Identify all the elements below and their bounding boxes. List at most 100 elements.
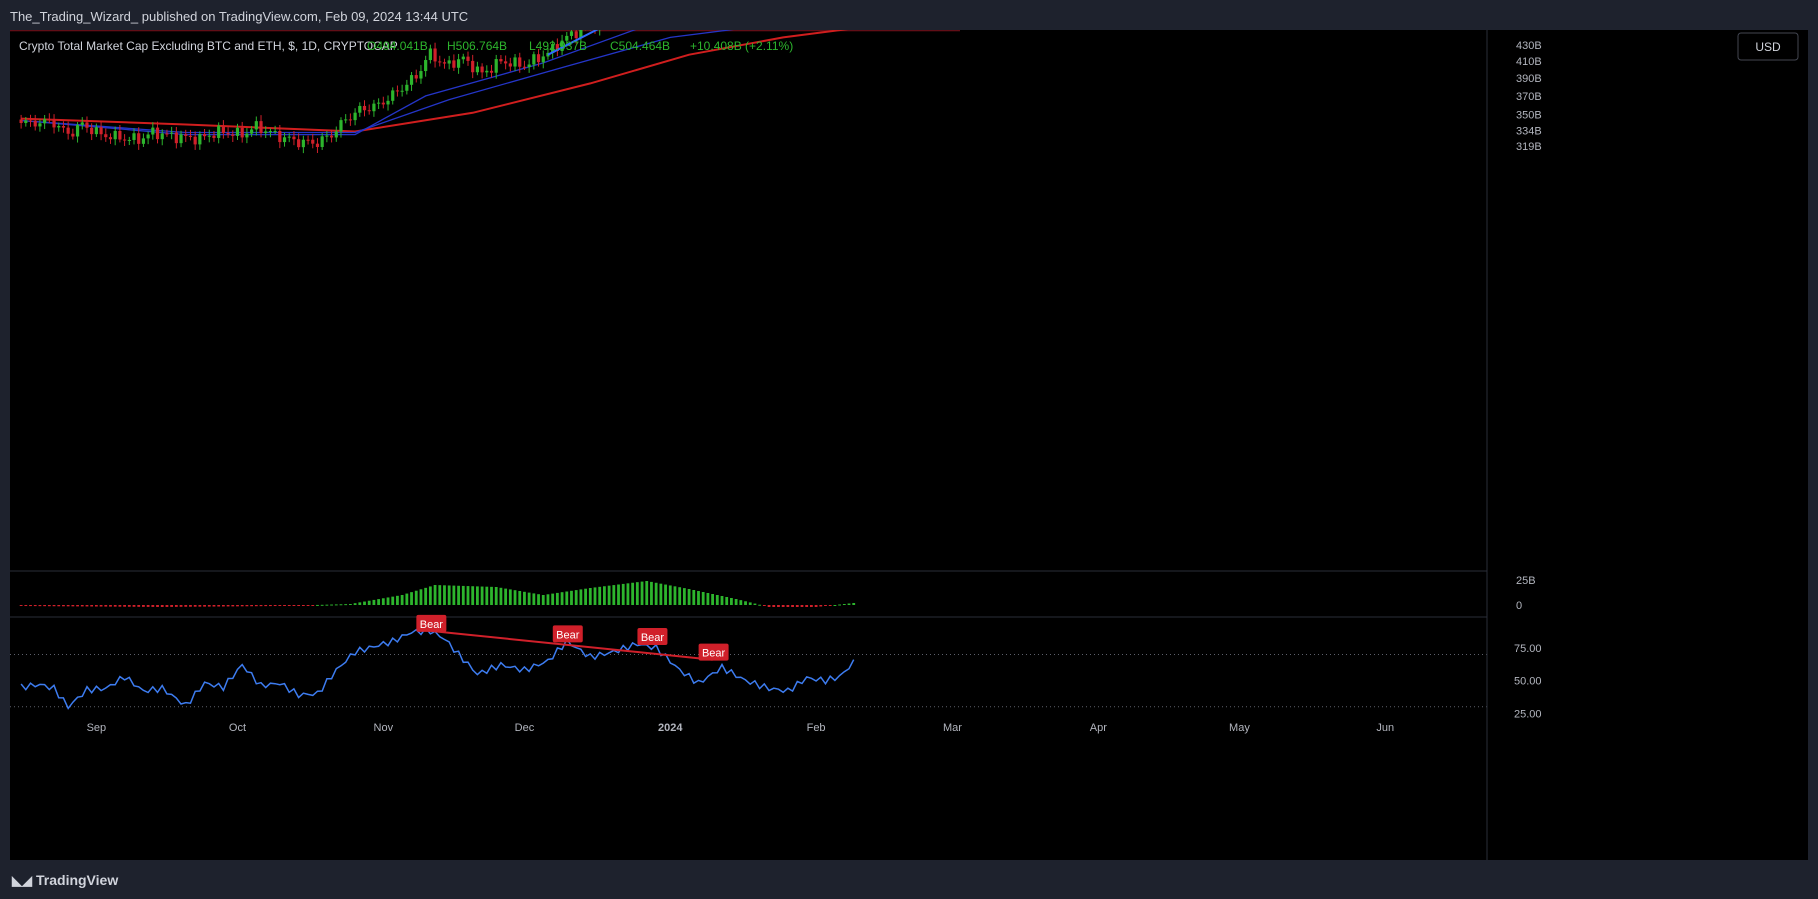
candle-body[interactable] [456, 59, 461, 68]
candle-body[interactable] [381, 102, 385, 105]
candle-body[interactable] [273, 130, 277, 132]
candle-body[interactable] [264, 131, 268, 134]
candle-body[interactable] [513, 57, 517, 67]
candle-body[interactable] [518, 57, 522, 67]
candle-body[interactable] [442, 62, 447, 64]
candle-body[interactable] [47, 119, 51, 121]
candle-body[interactable] [170, 132, 174, 134]
candle-body[interactable] [165, 133, 169, 135]
candle-body[interactable] [424, 60, 428, 72]
candle-body[interactable] [325, 135, 329, 137]
chart-area[interactable]: BearBearBearBear 700B650B610B570B530B460… [10, 0, 1808, 860]
candle-body[interactable] [90, 127, 94, 135]
candle-body[interactable] [461, 56, 465, 60]
candle-body[interactable] [339, 120, 343, 132]
candle-body[interactable] [52, 119, 56, 128]
candle-body[interactable] [541, 56, 545, 63]
currency-button-label[interactable]: USD [1755, 40, 1781, 54]
candle-body[interactable] [372, 103, 376, 112]
candle-body[interactable] [466, 56, 470, 61]
candle-body[interactable] [292, 136, 296, 140]
candle-body[interactable] [33, 120, 37, 127]
candle-body[interactable] [536, 54, 541, 63]
candle-body[interactable] [447, 60, 451, 64]
candle-body[interactable] [405, 84, 409, 91]
candle-body[interactable] [123, 139, 127, 141]
candle-body[interactable] [127, 139, 131, 141]
candle-body[interactable] [108, 137, 113, 140]
candle-body[interactable] [80, 122, 84, 125]
candle-body[interactable] [508, 63, 512, 67]
candle-body[interactable] [226, 133, 230, 135]
candle-body[interactable] [278, 130, 282, 143]
candle-body[interactable] [151, 127, 155, 135]
candle-body[interactable] [471, 60, 475, 73]
candle-body[interactable] [475, 66, 479, 73]
candle-body[interactable] [480, 66, 484, 73]
candle-body[interactable] [174, 132, 178, 144]
candle-body[interactable] [391, 90, 395, 101]
candle-body[interactable] [485, 70, 489, 73]
candle-body[interactable] [104, 134, 108, 138]
candle-body[interactable] [221, 125, 225, 134]
candle-body[interactable] [113, 130, 117, 140]
currency-button[interactable]: USD [1737, 32, 1799, 61]
candle-body[interactable] [348, 119, 352, 121]
candle-body[interactable] [377, 102, 381, 104]
candle-body[interactable] [489, 70, 494, 73]
candle-body[interactable] [85, 122, 89, 128]
candle-body[interactable] [61, 126, 66, 128]
candle-body[interactable] [141, 138, 146, 144]
candle-body[interactable] [297, 139, 301, 148]
candle-body[interactable] [99, 127, 103, 135]
candle-body[interactable] [574, 31, 578, 39]
candle-body[interactable] [344, 119, 348, 121]
candle-body[interactable] [28, 120, 33, 122]
candle-body[interactable] [306, 139, 310, 141]
candle-body[interactable] [287, 136, 291, 138]
candle-body[interactable] [254, 121, 258, 130]
candle-body[interactable] [188, 135, 193, 137]
candle-body[interactable] [414, 75, 418, 79]
candle-body[interactable] [268, 130, 273, 132]
candle-body[interactable] [386, 100, 390, 105]
candle-body[interactable] [532, 54, 536, 65]
candle-body[interactable] [358, 105, 362, 113]
candle-body[interactable] [311, 139, 315, 144]
candle-body[interactable] [217, 125, 221, 138]
candle-body[interactable] [301, 139, 305, 148]
candle-body[interactable] [146, 134, 150, 139]
candle-body[interactable] [245, 133, 249, 138]
candle-body[interactable] [24, 120, 28, 124]
candle-body[interactable] [94, 127, 98, 135]
candle-body[interactable] [334, 131, 338, 138]
candle-body[interactable] [522, 66, 527, 68]
candle-body[interactable] [155, 127, 160, 140]
candle-body[interactable] [212, 135, 216, 138]
candle-body[interactable] [160, 133, 164, 140]
candle-body[interactable] [494, 59, 498, 73]
candle-body[interactable] [428, 48, 432, 61]
candle-body[interactable] [19, 119, 23, 124]
candle-body[interactable] [395, 90, 400, 92]
candle-body[interactable] [438, 61, 442, 63]
candle-body[interactable] [433, 48, 437, 62]
candle-body[interactable] [231, 134, 235, 136]
candle-body[interactable] [282, 137, 287, 143]
candle-body[interactable] [452, 60, 456, 68]
candle-body[interactable] [353, 112, 357, 121]
candle-body[interactable] [66, 127, 70, 134]
candle-body[interactable] [38, 123, 42, 127]
candle-body[interactable] [184, 134, 188, 136]
candle-body[interactable] [400, 90, 404, 92]
tradingview-logo[interactable]: ◣◢ TradingView [12, 872, 118, 889]
candle-body[interactable] [179, 134, 183, 144]
candle-body[interactable] [504, 61, 508, 64]
candle-body[interactable] [320, 136, 324, 147]
candle-body[interactable] [250, 129, 254, 134]
candle-body[interactable] [367, 110, 371, 112]
candle-body[interactable] [240, 127, 244, 138]
candle-body[interactable] [419, 71, 423, 79]
candle-body[interactable] [132, 133, 136, 140]
candle-body[interactable] [207, 135, 211, 137]
